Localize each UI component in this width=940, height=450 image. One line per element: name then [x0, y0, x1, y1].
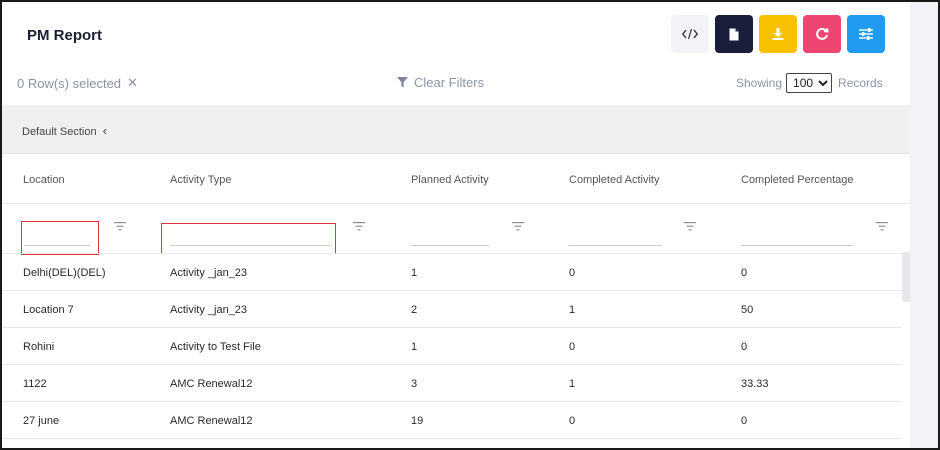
cell-completed-activity: 1	[569, 304, 576, 316]
filter-lines-icon[interactable]	[876, 222, 888, 231]
completed-percentage-filter-input[interactable]	[741, 228, 853, 244]
table-row[interactable]: 1122 AMC Renewal12 3 1 33.33	[2, 365, 902, 402]
document-button[interactable]	[715, 15, 753, 53]
cell-activity-type: Activity _jan_23	[170, 267, 248, 279]
cell-completed-percentage: 0	[741, 341, 748, 353]
cell-location: Rohini	[23, 341, 55, 353]
sliders-icon	[859, 28, 873, 40]
cell-location: Delhi(DEL)(DEL)	[23, 267, 106, 279]
page-scrollbar-track[interactable]	[910, 2, 938, 448]
refresh-button[interactable]	[803, 15, 841, 53]
showing-label: Showing	[736, 76, 783, 90]
filter-lines-icon[interactable]	[684, 222, 696, 231]
cell-completed-activity: 0	[569, 415, 576, 427]
table-row[interactable]: Rohini Activity to Test File 1 0 0	[2, 328, 902, 365]
cell-activity-type: Activity to Test File	[170, 341, 261, 353]
section-label-text: Default Section	[22, 126, 97, 138]
section-label: Default Section ‹	[22, 123, 107, 138]
table-row[interactable]: Delhi(DEL)(DEL) Activity _jan_23 1 0 0	[2, 254, 902, 291]
column-header-completed-percentage[interactable]: Completed Percentage	[741, 174, 854, 186]
cell-completed-activity: 0	[569, 341, 576, 353]
cell-activity-type: Activity _jan_23	[170, 304, 248, 316]
clear-filters-button[interactable]: Clear Filters	[397, 75, 484, 90]
completed-activity-filter-underline	[569, 245, 662, 246]
filter-lines-icon[interactable]	[512, 222, 524, 231]
filter-lines-icon[interactable]	[114, 222, 126, 231]
rows-selected-indicator: 0 Row(s) selected ✕	[17, 75, 138, 91]
refresh-icon	[816, 27, 829, 40]
header-divider	[2, 203, 910, 204]
cell-completed-percentage: 0	[741, 415, 748, 427]
page-title: PM Report	[27, 27, 102, 44]
highlight-box-activity-type	[161, 223, 336, 254]
download-icon	[772, 28, 784, 40]
clear-selection-icon[interactable]: ✕	[127, 75, 138, 91]
cell-completed-percentage: 50	[741, 304, 754, 316]
table-row[interactable]: 27 june AMC Renewal12 19 0 0	[2, 402, 902, 439]
completed-activity-filter-input[interactable]	[569, 228, 662, 244]
document-icon	[729, 28, 739, 40]
cell-planned-activity: 2	[411, 304, 418, 316]
cell-completed-activity: 0	[569, 267, 576, 279]
code-icon	[682, 28, 698, 40]
filter-lines-icon[interactable]	[353, 222, 365, 231]
clear-filters-label: Clear Filters	[414, 75, 485, 90]
table-row[interactable]: Location 7 Activity _jan_23 2 1 50	[2, 291, 902, 328]
cell-location: Location 7	[23, 304, 74, 316]
column-header-activity-type[interactable]: Activity Type	[170, 174, 232, 186]
rows-selected-text: 0 Row(s) selected	[17, 75, 122, 91]
highlight-box-location	[21, 221, 99, 255]
planned-activity-filter-input[interactable]	[411, 228, 489, 244]
cell-activity-type: AMC Renewal12	[170, 415, 253, 427]
cell-completed-activity: 1	[569, 378, 576, 390]
cell-planned-activity: 1	[411, 341, 418, 353]
column-header-completed-activity[interactable]: Completed Activity	[569, 174, 659, 186]
cell-location: 27 june	[23, 415, 60, 427]
records-per-page-select[interactable]: 100	[786, 73, 833, 93]
column-header-location[interactable]: Location	[23, 174, 65, 186]
column-header-planned-activity[interactable]: Planned Activity	[411, 174, 489, 186]
cell-location: 1122	[23, 378, 47, 390]
report-window: PM Report 0 Row(s) selected ✕ Clear Filt…	[0, 0, 940, 450]
cell-completed-percentage: 0	[741, 267, 748, 279]
records-label: Records	[838, 76, 883, 90]
cell-planned-activity: 3	[411, 378, 418, 390]
code-view-button[interactable]	[671, 15, 709, 53]
cell-planned-activity: 1	[411, 267, 418, 279]
download-button[interactable]	[759, 15, 797, 53]
funnel-icon	[397, 77, 408, 88]
planned-activity-filter-underline	[411, 245, 489, 246]
completed-percentage-filter-underline	[741, 245, 853, 246]
cell-activity-type: AMC Renewal12	[170, 378, 253, 390]
chevron-left-icon[interactable]: ‹	[103, 123, 107, 138]
cell-planned-activity: 19	[411, 415, 424, 427]
records-per-page: Showing 100 Records	[736, 73, 883, 93]
settings-button[interactable]	[847, 15, 885, 53]
table-scrollbar-thumb[interactable]	[902, 252, 910, 302]
default-section-bar[interactable]: Default Section ‹	[2, 105, 910, 154]
cell-completed-percentage: 33.33	[741, 378, 769, 390]
